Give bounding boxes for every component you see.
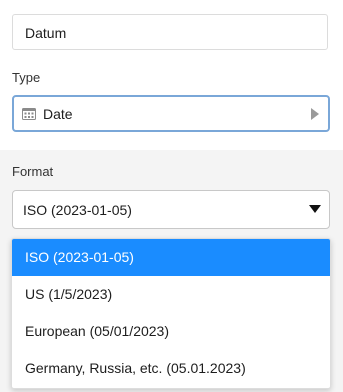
calendar-icon: [22, 108, 36, 120]
caret-down-icon: [309, 205, 321, 213]
format-value: ISO (2023-01-05): [23, 202, 132, 218]
format-option-germany-russia[interactable]: Germany, Russia, etc. (05.01.2023): [12, 350, 330, 387]
format-option-iso[interactable]: ISO (2023-01-05): [12, 239, 330, 276]
type-select[interactable]: Date: [12, 95, 330, 132]
type-value: Date: [43, 106, 73, 122]
format-select[interactable]: ISO (2023-01-05): [12, 190, 330, 229]
format-label: Format: [12, 164, 54, 179]
format-option-us[interactable]: US (1/5/2023): [12, 276, 330, 313]
column-name-input[interactable]: Datum: [12, 14, 328, 50]
type-label: Type: [12, 70, 41, 85]
caret-right-icon: [311, 108, 319, 120]
format-dropdown-list: ISO (2023-01-05) US (1/5/2023) European …: [11, 238, 331, 389]
format-option-european[interactable]: European (05/01/2023): [12, 313, 330, 350]
